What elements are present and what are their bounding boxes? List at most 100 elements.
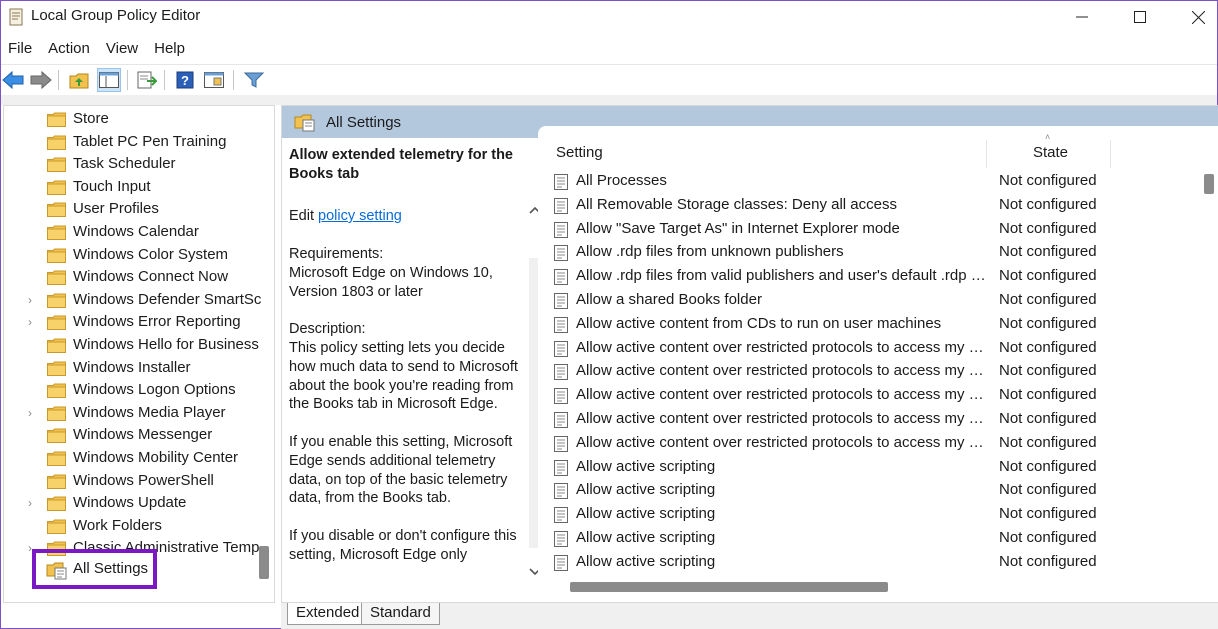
tree-item[interactable]: › Windows Update [4,493,264,515]
policy-editor-icon [9,8,23,26]
column-divider[interactable] [986,140,987,168]
table-row[interactable]: Allow a shared Books folder Not configure… [538,289,1198,313]
column-header-setting[interactable]: Setting [556,144,603,168]
minimize-button[interactable] [1053,1,1111,33]
tree-item[interactable]: Windows Mobility Center [4,448,264,470]
table-row[interactable]: Allow active content over restricted pro… [538,360,1198,384]
edit-prefix: Edit [289,208,319,224]
tree-item[interactable]: Windows Color System [4,245,264,267]
tree-vertical-scrollbar[interactable] [259,546,269,579]
chevron-down-icon[interactable] [529,568,538,576]
tree-item[interactable]: Touch Input [4,177,264,199]
tree-item[interactable]: Windows Connect Now [4,267,264,289]
chevron-right-icon[interactable]: › [28,315,40,329]
show-hide-console-tree-button[interactable] [97,68,121,92]
table-row[interactable]: Allow active content over restricted pro… [538,432,1198,456]
menu-help[interactable]: Help [146,38,193,62]
table-row[interactable]: Allow "Save Target As" in Internet Explo… [538,218,1198,242]
filter-button[interactable] [242,68,266,92]
setting-state: Not configured [999,243,1097,261]
table-row[interactable]: Allow active content from CDs to run on … [538,313,1198,337]
edit-line: Edit policy setting [289,208,402,224]
forward-button[interactable] [29,68,53,92]
up-one-level-button[interactable] [67,68,91,92]
tree-item[interactable]: Windows Calendar [4,222,264,244]
tree-item[interactable]: Windows Hello for Business [4,335,264,357]
list-vertical-scrollbar[interactable] [1204,174,1214,194]
tab-standard[interactable]: Standard [361,603,440,625]
tree-item-label: Windows Defender SmartSc [73,290,262,308]
table-row[interactable]: Allow active scripting Not configured [538,503,1198,527]
table-row[interactable]: Allow active scripting Not configured [538,527,1198,551]
tree-item-label: Windows Media Player [73,403,226,421]
menu-view[interactable]: View [98,38,146,62]
export-list-button[interactable] [135,68,159,92]
tree-item-label: Work Folders [73,516,162,534]
policy-setting-icon [554,197,568,214]
table-row[interactable]: Allow active content over restricted pro… [538,384,1198,408]
table-row[interactable]: Allow active scripting Not configured [538,551,1198,575]
tree-item-label: Windows Logon Options [73,381,236,399]
policy-setting-icon [554,221,568,238]
properties-button[interactable] [202,68,226,92]
folder-up-icon [69,73,89,89]
policy-setting-link[interactable]: policy setting [318,208,402,224]
setting-name: Allow active scripting [576,505,716,523]
table-row[interactable]: Allow .rdp files from unknown publishers… [538,241,1198,265]
table-row[interactable]: Allow active content over restricted pro… [538,337,1198,361]
folder-icon [47,383,66,399]
list-horizontal-scrollbar[interactable] [570,582,888,592]
folder-icon [47,406,66,421]
tree-item-label: Touch Input [73,177,151,195]
close-button[interactable] [1169,1,1218,33]
folder-icon [47,474,66,489]
folder-icon [47,361,66,376]
title-bar: Local Group Policy Editor [1,1,1217,35]
table-row[interactable]: All Processes Not configured [538,170,1198,194]
folder-icon [47,202,66,218]
setting-state: Not configured [999,481,1097,499]
table-row[interactable]: Allow active scripting Not configured [538,479,1198,503]
tree-item[interactable]: Tablet PC Pen Training [4,132,264,154]
maximize-button[interactable] [1111,1,1169,33]
menu-file[interactable]: File [1,38,40,62]
chevron-right-icon[interactable]: › [28,406,40,420]
description-scrollbar[interactable] [529,258,538,548]
tree-item[interactable]: › Windows Defender SmartSc [4,290,264,312]
setting-state: Not configured [999,457,1097,475]
folder-icon [47,270,66,286]
back-button[interactable] [1,68,25,92]
folder-icon [47,180,66,195]
table-row[interactable]: Allow active scripting Not configured [538,456,1198,480]
tree-item-label: Windows Mobility Center [73,449,239,466]
app-window: Local Group Policy Editor File Action Vi… [0,0,1218,629]
tree-item-label: Task Scheduler [73,155,176,173]
chevron-right-icon[interactable]: › [28,496,40,510]
tree-item[interactable]: Task Scheduler [4,154,264,176]
chevron-right-icon[interactable]: › [28,293,40,307]
tree-item[interactable]: Windows PowerShell [4,471,264,493]
table-row[interactable]: Allow .rdp files from valid publishers a… [538,265,1198,289]
table-row[interactable]: All Removable Storage classes: Deny all … [538,194,1198,218]
setting-name: All Processes [576,172,667,189]
tab-extended[interactable]: Extended [287,603,369,625]
column-header-state[interactable]: State [1033,144,1068,168]
table-row[interactable]: Allow active content over restricted pro… [538,408,1198,432]
tree-item[interactable]: › Windows Media Player [4,403,264,425]
tree-item[interactable]: User Profiles [4,199,264,221]
tree-item[interactable]: › Windows Error Reporting [4,312,264,334]
tree-item[interactable]: Work Folders [4,516,264,538]
menu-action[interactable]: Action [40,38,98,62]
tree-item[interactable]: Windows Installer [4,358,264,380]
console-tree[interactable]: Store Tablet PC Pen Training Task Schedule… [3,105,275,603]
help-button[interactable]: ? [173,68,197,92]
chevron-up-icon[interactable] [529,206,538,214]
folder-icon [47,225,66,240]
tree-item[interactable]: Windows Messenger [4,425,264,447]
column-divider[interactable] [1110,140,1111,168]
tree-item[interactable]: Windows Logon Options [4,380,264,402]
setting-state: Not configured [999,552,1097,570]
menu-bar: File Action View Help [1,38,1217,62]
tree-item[interactable]: Store [4,109,264,131]
folder-icon [47,451,66,466]
